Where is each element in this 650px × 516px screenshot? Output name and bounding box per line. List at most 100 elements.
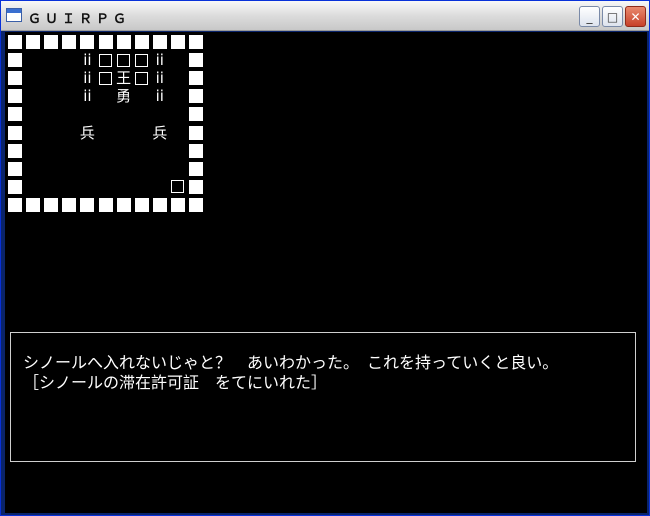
floor-tile bbox=[151, 105, 169, 123]
floor-tile bbox=[42, 124, 60, 142]
floor-tile bbox=[169, 105, 187, 123]
wall-tile bbox=[78, 196, 96, 214]
wall-tile bbox=[133, 33, 151, 51]
wall-tile bbox=[169, 33, 187, 51]
floor-tile bbox=[60, 124, 78, 142]
floor-tile bbox=[78, 105, 96, 123]
floor-tile bbox=[78, 160, 96, 178]
floor-tile bbox=[169, 51, 187, 69]
floor-tile bbox=[97, 87, 115, 105]
wall-tile bbox=[187, 124, 205, 142]
floor-tile bbox=[169, 87, 187, 105]
floor-tile bbox=[42, 69, 60, 87]
wall-tile bbox=[6, 87, 24, 105]
wall-tile bbox=[42, 33, 60, 51]
wall-tile bbox=[6, 51, 24, 69]
floor-tile bbox=[97, 142, 115, 160]
wall-tile bbox=[6, 178, 24, 196]
floor-tile bbox=[24, 105, 42, 123]
floor-tile bbox=[115, 178, 133, 196]
floor-tile bbox=[24, 160, 42, 178]
block-tile bbox=[133, 69, 151, 87]
floor-tile bbox=[42, 160, 60, 178]
block-tile bbox=[133, 51, 151, 69]
wall-tile bbox=[187, 142, 205, 160]
floor-tile bbox=[42, 51, 60, 69]
wall-tile bbox=[60, 196, 78, 214]
title-bar[interactable]: ＧＵＩＲＰＧ _ □ ✕ bbox=[1, 1, 649, 31]
floor-tile bbox=[42, 178, 60, 196]
floor-tile bbox=[151, 142, 169, 160]
floor-tile bbox=[78, 142, 96, 160]
block-tile bbox=[97, 51, 115, 69]
map-glyph: ii bbox=[155, 51, 164, 70]
close-button[interactable]: ✕ bbox=[625, 6, 646, 27]
wall-tile bbox=[187, 196, 205, 214]
floor-tile bbox=[115, 160, 133, 178]
wall-tile bbox=[133, 196, 151, 214]
map-glyph: ii bbox=[83, 69, 92, 88]
message-window: シノールへ入れないじゃと？ あいわかった。 これを持っていくと良い。 ［シノール… bbox=[10, 332, 636, 462]
wall-tile bbox=[187, 160, 205, 178]
wall-tile bbox=[6, 33, 24, 51]
game-window: ＧＵＩＲＰＧ _ □ ✕ ii ii ii 王 ii ii 勇 ii 兵兵 シノールへ入れないじ… bbox=[0, 0, 650, 516]
floor-tile bbox=[24, 142, 42, 160]
floor-tile bbox=[24, 178, 42, 196]
wall-tile bbox=[6, 105, 24, 123]
wall-tile bbox=[187, 51, 205, 69]
wall-tile bbox=[169, 196, 187, 214]
floor-tile bbox=[151, 178, 169, 196]
maximize-button[interactable]: □ bbox=[602, 6, 623, 27]
wall-tile bbox=[97, 196, 115, 214]
floor-tile bbox=[169, 160, 187, 178]
wall-tile bbox=[60, 33, 78, 51]
floor-tile bbox=[115, 142, 133, 160]
map-glyph: 兵 bbox=[79, 123, 95, 142]
floor-tile bbox=[97, 105, 115, 123]
wall-tile bbox=[6, 160, 24, 178]
wall-tile bbox=[187, 33, 205, 51]
floor-tile bbox=[97, 178, 115, 196]
floor-tile bbox=[169, 69, 187, 87]
floor-tile bbox=[115, 105, 133, 123]
floor-tile bbox=[115, 124, 133, 142]
wall-tile bbox=[6, 124, 24, 142]
map-glyph: 兵 bbox=[152, 123, 168, 142]
wall-tile bbox=[151, 196, 169, 214]
floor-tile bbox=[42, 87, 60, 105]
floor-tile bbox=[78, 178, 96, 196]
floor-tile bbox=[169, 142, 187, 160]
wall-tile bbox=[24, 196, 42, 214]
floor-tile bbox=[133, 105, 151, 123]
floor-tile bbox=[60, 69, 78, 87]
floor-tile bbox=[97, 160, 115, 178]
floor-tile bbox=[133, 87, 151, 105]
block-tile bbox=[169, 178, 187, 196]
floor-tile bbox=[97, 124, 115, 142]
floor-tile bbox=[24, 51, 42, 69]
map-glyph: 王 bbox=[116, 69, 132, 88]
wall-tile bbox=[187, 69, 205, 87]
floor-tile bbox=[60, 178, 78, 196]
floor-tile bbox=[60, 51, 78, 69]
message-line-2: ［シノールの滞在許可証 をてにいれた］ bbox=[23, 373, 328, 392]
floor-tile bbox=[42, 142, 60, 160]
minimize-button[interactable]: _ bbox=[579, 6, 600, 27]
window-title: ＧＵＩＲＰＧ bbox=[28, 12, 131, 27]
wall-tile bbox=[24, 33, 42, 51]
floor-tile bbox=[151, 160, 169, 178]
wall-tile bbox=[115, 33, 133, 51]
map-glyph: 勇 bbox=[116, 87, 132, 106]
game-screen: ii ii ii 王 ii ii 勇 ii 兵兵 シノールへ入れないじゃと？ あいわかった。 こ… bbox=[5, 32, 647, 513]
floor-tile bbox=[133, 178, 151, 196]
floor-tile bbox=[133, 124, 151, 142]
wall-tile bbox=[187, 87, 205, 105]
floor-tile bbox=[24, 87, 42, 105]
wall-tile bbox=[187, 105, 205, 123]
map-glyph: ii bbox=[155, 87, 164, 106]
floor-tile bbox=[42, 105, 60, 123]
wall-tile bbox=[6, 196, 24, 214]
block-tile bbox=[97, 69, 115, 87]
wall-tile bbox=[42, 196, 60, 214]
wall-tile bbox=[78, 33, 96, 51]
